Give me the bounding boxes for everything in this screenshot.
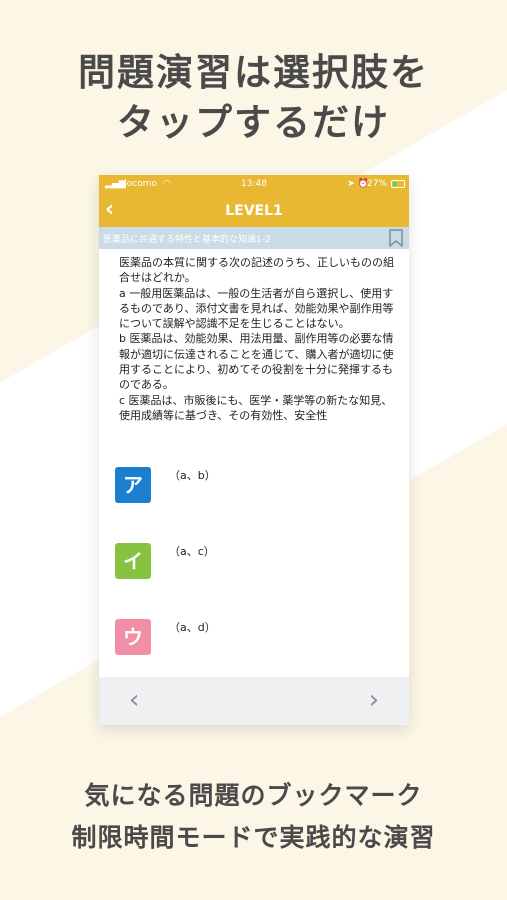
choice-i[interactable]: イ （a、c） — [115, 543, 395, 583]
question-line: b 医薬品は、効能効果、用法用量、副作用等の必要な情報が適切に伝達されることを通… — [119, 332, 394, 392]
question-line: a 一般用医薬品は、一般の生活者が自ら選択し、使用するものであり、添付文書を見れ… — [119, 286, 394, 331]
page-title: LEVEL1 — [225, 203, 283, 219]
choice-text: （a、b） — [169, 469, 216, 482]
nav-bar: ‹ LEVEL1 — [99, 195, 409, 227]
choice-text: （a、d） — [169, 621, 216, 634]
bookmark-icon[interactable] — [389, 229, 403, 251]
phone-screen: ▂▄▆ docomo ◠ 13:48 ➤ ⏰ 27% ‹ LEVEL1 医薬品に… — [99, 175, 409, 725]
question-line: 医薬品の本質に関する次の記述のうち、正しいものの組合せはどれか。 — [119, 256, 394, 285]
headline-line-1: 問題演習は選択肢を — [78, 51, 429, 94]
question-line: c 医薬品は、市販後にも、医学・薬学等の新たな知見、使用成績等に基づき、その有効… — [119, 393, 393, 422]
location-alarm-icons: ➤ ⏰ — [347, 179, 369, 189]
prev-arrow-icon[interactable]: ‹ — [129, 685, 139, 715]
bottom-nav-bar: ‹ › — [99, 677, 409, 725]
choice-badge[interactable]: ウ — [115, 619, 151, 655]
headline-line-2: タップするだけ — [117, 101, 390, 144]
choice-text: （a、c） — [169, 545, 215, 558]
footer-line-2: 制限時間モードで実践的な演習 — [71, 823, 436, 852]
next-arrow-icon[interactable]: › — [369, 685, 379, 715]
choice-a[interactable]: ア （a、b） — [115, 467, 395, 507]
choice-badge[interactable]: ア — [115, 467, 151, 503]
battery-percent: 27% — [366, 179, 387, 189]
question-text: 医薬品の本質に関する次の記述のうち、正しいものの組合せはどれか。 a 一般用医薬… — [99, 249, 409, 445]
battery-icon — [391, 180, 405, 188]
choice-badge[interactable]: イ — [115, 543, 151, 579]
status-bar: ▂▄▆ docomo ◠ 13:48 ➤ ⏰ 27% — [99, 175, 409, 195]
category-bar: 医薬品に共通する特性と基本的な知識1-2 — [99, 227, 409, 249]
footer-line-1: 気になる問題のブックマーク — [84, 781, 423, 810]
choice-u[interactable]: ウ （a、d） — [115, 619, 395, 659]
category-label: 医薬品に共通する特性と基本的な知識1-2 — [103, 235, 271, 245]
